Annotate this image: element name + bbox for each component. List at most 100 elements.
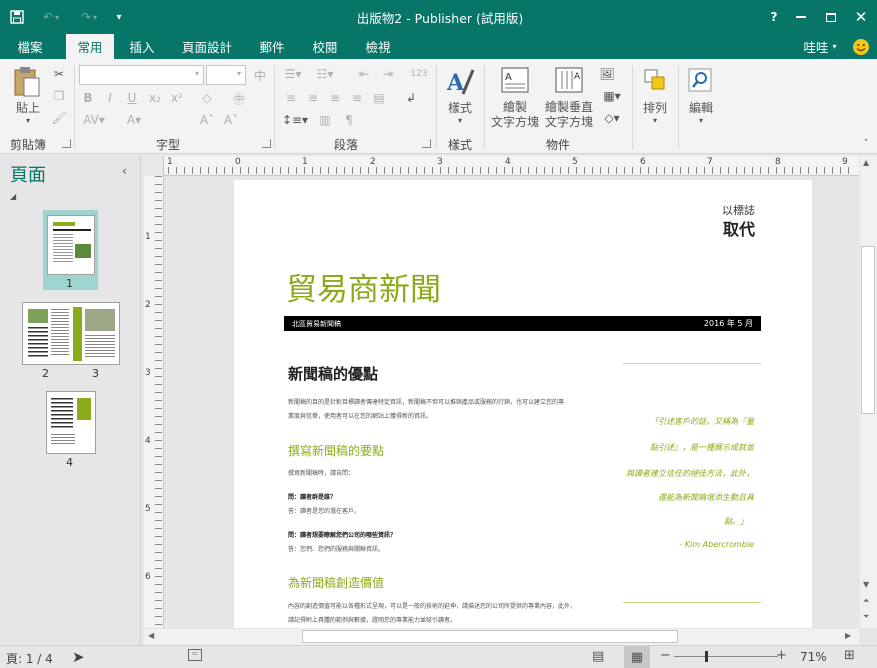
paste-icon[interactable] bbox=[10, 65, 44, 99]
tab-page-design[interactable]: 頁面設計 bbox=[176, 34, 238, 59]
zoom-slider-thumb[interactable] bbox=[705, 651, 708, 662]
heading-3[interactable]: 為新聞稿創造價值 bbox=[288, 574, 384, 591]
vertical-scroll-thumb[interactable] bbox=[861, 246, 875, 414]
justify-icon[interactable]: ≡ bbox=[348, 89, 366, 107]
pullquote-author[interactable]: - Kim Abercrombie bbox=[679, 540, 754, 549]
draw-textbox-label-1[interactable]: 繪製 bbox=[488, 99, 542, 114]
text-direction-icon[interactable]: ↲ bbox=[402, 89, 420, 107]
smiley-feedback-icon[interactable] bbox=[850, 34, 872, 59]
page-thumb-1[interactable] bbox=[47, 215, 95, 275]
copy-icon[interactable]: ❐ bbox=[50, 87, 68, 105]
para-1a[interactable]: 新聞稿的目的是針對目標讀者傳達特定資訊，新聞稿不但可以推銷產品或服務的行銷，也可… bbox=[288, 397, 564, 406]
tab-insert[interactable]: 插入 bbox=[122, 34, 162, 59]
cut-icon[interactable]: ✂ bbox=[50, 65, 68, 83]
tab-home[interactable]: 常用 bbox=[66, 34, 114, 59]
edit-dropdown-icon[interactable]: ▾ bbox=[695, 115, 707, 125]
clipboard-launcher-icon[interactable] bbox=[62, 139, 71, 148]
collapse-ribbon-icon[interactable]: ˄ bbox=[860, 139, 872, 149]
font-size-combo[interactable]: ▾ bbox=[206, 65, 246, 85]
align-center-icon[interactable]: ≡ bbox=[304, 89, 322, 107]
tab-view[interactable]: 檢視 bbox=[358, 34, 398, 59]
draw-textbox-label-2[interactable]: 文字方塊 bbox=[488, 114, 542, 129]
pullquote-line-2[interactable]: 點引述』，是一種展示成就並 bbox=[650, 442, 754, 453]
section-expand-icon[interactable]: ◢ bbox=[10, 192, 16, 201]
align-left-icon[interactable]: ≡ bbox=[282, 89, 300, 107]
picture-icon[interactable]: 🖼 bbox=[598, 65, 616, 83]
italic-icon[interactable]: I bbox=[102, 89, 118, 107]
edit-button[interactable]: 編輯 bbox=[682, 99, 720, 115]
shrink-font-icon[interactable]: A˅ bbox=[222, 111, 240, 129]
heading-2[interactable]: 撰寫新聞稿的要點 bbox=[288, 442, 384, 459]
zoom-in-icon[interactable]: + bbox=[776, 648, 787, 663]
decrease-indent-icon[interactable]: ⇤ bbox=[354, 65, 374, 83]
next-page-icon[interactable]: ⏷ bbox=[863, 612, 869, 622]
numbering-icon[interactable]: ☷▾ bbox=[314, 65, 336, 83]
two-page-view-icon[interactable]: ▦ bbox=[624, 646, 650, 668]
underline-icon[interactable]: U bbox=[124, 89, 140, 107]
zoom-level[interactable]: 71% bbox=[800, 650, 827, 664]
newsletter-title[interactable]: 貿易商新聞 bbox=[286, 264, 441, 309]
zoom-out-icon[interactable]: − bbox=[660, 648, 671, 663]
pullquote-line-3[interactable]: 與讀者建立信任的絕佳方法，此外， bbox=[626, 468, 754, 479]
bold-icon[interactable]: B bbox=[80, 89, 96, 107]
arrange-icon[interactable] bbox=[640, 65, 670, 95]
tab-file[interactable]: 檔案 bbox=[8, 34, 52, 59]
customize-toolbar-icon[interactable]: ▾ bbox=[112, 0, 126, 34]
collapse-pane-icon[interactable]: ‹ bbox=[122, 164, 127, 178]
undo-icon[interactable]: ↶ ▾ bbox=[36, 0, 66, 34]
styles-icon[interactable]: A bbox=[442, 65, 478, 97]
page-thumb-4[interactable] bbox=[46, 391, 96, 454]
single-page-view-icon[interactable]: ▤ bbox=[592, 649, 604, 664]
page-1[interactable]: 以標誌 取代 貿易商新聞 北區貿易新聞稿 2016 年 5 月 新聞稿的優點 新… bbox=[234, 180, 812, 628]
scroll-down-icon[interactable]: ▼ bbox=[863, 580, 869, 589]
page-indicator[interactable]: 頁: 1 / 4 bbox=[6, 650, 53, 667]
minimize-button[interactable] bbox=[786, 0, 816, 34]
tab-mailings[interactable]: 郵件 bbox=[252, 34, 292, 59]
horizontal-ruler[interactable]: 1 0 1 2 3 4 5 6 7 8 9 bbox=[144, 156, 859, 176]
draw-textbox-icon[interactable]: A bbox=[498, 65, 532, 95]
grow-font-icon[interactable]: A˄ bbox=[198, 111, 216, 129]
maximize-button[interactable] bbox=[816, 0, 846, 34]
font-color-icon[interactable]: A▾ bbox=[120, 111, 148, 129]
header-bar[interactable]: 北區貿易新聞稿 2016 年 5 月 bbox=[284, 316, 761, 331]
pullquote-line-5[interactable]: 點。」 bbox=[724, 516, 748, 527]
horizontal-scroll-thumb[interactable] bbox=[302, 630, 678, 643]
pullquote-line-1[interactable]: 「引述客戶的話，又稱為『量 bbox=[650, 416, 754, 427]
draw-vertical-textbox-label-2[interactable]: 文字方塊 bbox=[542, 114, 596, 129]
para-1b[interactable]: 業度與信譽，使用者可以在您的網站上獲得新的資訊。 bbox=[288, 411, 432, 420]
question-1[interactable]: 問：讀者群是誰？ bbox=[288, 492, 336, 501]
logo-placeholder-big[interactable]: 取代 bbox=[723, 216, 755, 240]
question-2[interactable]: 問：讀者想要瞭解您們公司的哪些資訊？ bbox=[288, 530, 396, 539]
macro-record-icon[interactable]: ▭ bbox=[188, 649, 202, 661]
arrange-dropdown-icon[interactable]: ▾ bbox=[649, 115, 661, 125]
page-thumb-2-3[interactable] bbox=[22, 302, 120, 365]
line-spacing-icon[interactable]: ↕≡▾ bbox=[282, 111, 308, 129]
save-icon[interactable] bbox=[6, 0, 28, 34]
format-painter-icon[interactable]: 🖌 bbox=[50, 109, 68, 127]
numbering-style-icon[interactable]: 123 bbox=[408, 65, 430, 83]
font-name-combo[interactable]: ▾ bbox=[79, 65, 204, 85]
align-right-icon[interactable]: ≡ bbox=[326, 89, 344, 107]
styles-button[interactable]: 樣式 bbox=[442, 99, 478, 115]
character-spacing-icon[interactable]: AV▾ bbox=[80, 111, 108, 129]
show-marks-icon[interactable]: ¶ bbox=[340, 111, 358, 129]
vertical-scrollbar[interactable]: ▲ ▼ ⏶ ⏷ bbox=[860, 156, 877, 628]
paste-dropdown-icon[interactable]: ▾ bbox=[22, 115, 34, 125]
pullquote-line-4[interactable]: 還能為新聞稿增添生動且具 bbox=[658, 492, 754, 503]
paragraph-spacing-icon[interactable]: ▥ bbox=[316, 111, 334, 129]
help-button[interactable]: ? bbox=[762, 0, 786, 34]
para-3b[interactable]: 請記得附上具體的範例與數據，證明您的專業能力並吸引讀者。 bbox=[288, 615, 456, 624]
fit-page-icon[interactable]: ⊞ bbox=[844, 648, 855, 663]
scroll-up-icon[interactable]: ▲ bbox=[863, 158, 869, 167]
draw-vertical-textbox-label-1[interactable]: 繪製垂直 bbox=[542, 99, 596, 114]
draw-vertical-textbox-icon[interactable]: A bbox=[554, 65, 584, 95]
chinese-font-size-icon[interactable]: 中 bbox=[249, 65, 271, 85]
document-canvas[interactable]: 以標誌 取代 貿易商新聞 北區貿易新聞稿 2016 年 5 月 新聞稿的優點 新… bbox=[166, 178, 859, 628]
para-2[interactable]: 撰寫新聞稿時，請自問： bbox=[288, 468, 354, 477]
tab-review[interactable]: 校閱 bbox=[305, 34, 345, 59]
close-button[interactable]: ✕ bbox=[846, 0, 876, 34]
vertical-ruler[interactable]: 1 2 3 4 5 6 bbox=[144, 176, 164, 628]
arrange-button[interactable]: 排列 bbox=[636, 99, 674, 115]
edit-search-icon[interactable] bbox=[685, 65, 715, 95]
user-account[interactable]: 哇哇 ▾ bbox=[796, 34, 844, 59]
